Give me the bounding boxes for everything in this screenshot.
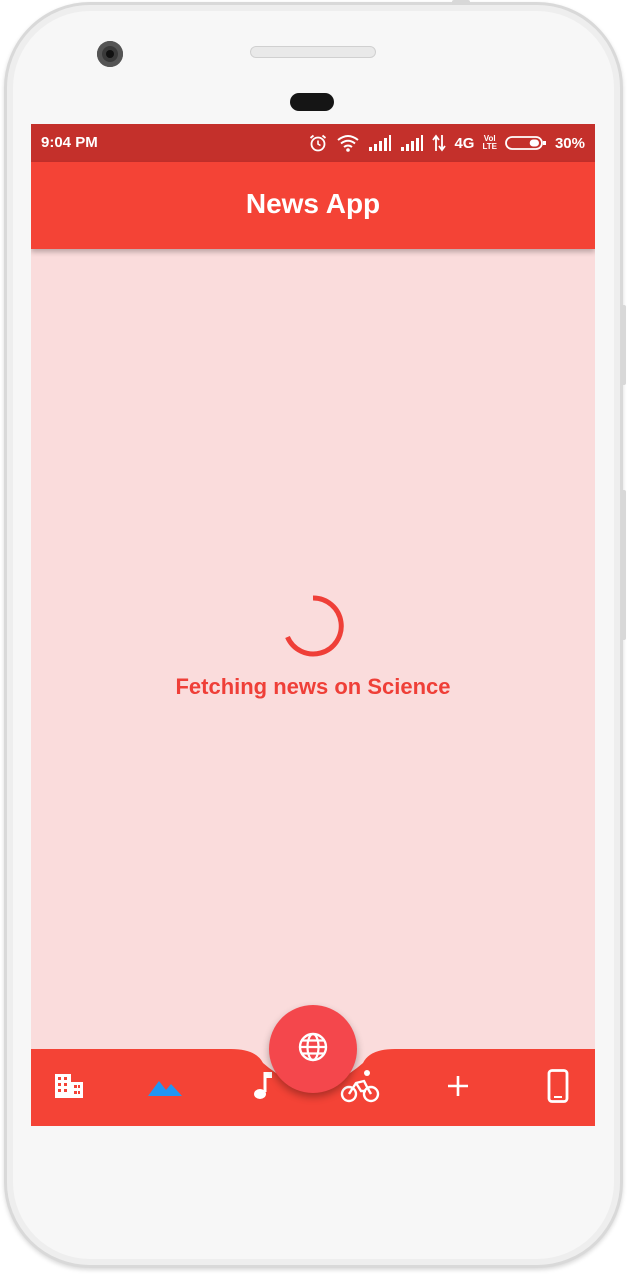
page-title: News App (245, 188, 381, 219)
nav-item-technology[interactable] (540, 1068, 576, 1108)
screen: 9:04 PM 4G Vol LTE 30% News App Fetching… (31, 124, 595, 1126)
building-icon (53, 1072, 85, 1105)
wifi-icon (336, 133, 360, 153)
fab-general-news[interactable] (269, 1005, 357, 1093)
app-bar: News App (31, 162, 595, 249)
volume-button (621, 305, 626, 385)
loading-text: Fetching news on Science (175, 674, 451, 699)
network-type: 4G (454, 134, 475, 152)
power-button (621, 490, 626, 640)
battery-icon (505, 135, 547, 151)
status-bar: 9:04 PM 4G Vol LTE 30% (31, 124, 595, 162)
volte-indicator: Vol LTE (482, 135, 497, 151)
nav-item-business[interactable] (51, 1071, 87, 1105)
earpiece-speaker (250, 46, 376, 58)
content-area: Fetching news on Science (31, 249, 595, 1049)
top-button (452, 0, 470, 5)
loading-spinner (281, 594, 345, 663)
landscape-icon (147, 1075, 183, 1102)
nav-item-entertainment[interactable] (245, 1071, 281, 1105)
battery-percent: 30% (554, 134, 585, 152)
signal-icon (368, 134, 392, 152)
status-icons: 4G Vol LTE 30% (308, 131, 585, 155)
status-time: 9:04 PM (41, 134, 98, 151)
volte-bottom: LTE (482, 142, 497, 151)
music-note-icon (251, 1070, 275, 1107)
front-camera (97, 41, 123, 67)
alarm-icon (308, 133, 328, 153)
smartphone-icon (547, 1068, 569, 1108)
nav-item-science[interactable] (147, 1071, 183, 1105)
plus-icon (446, 1074, 470, 1103)
proximity-sensor (290, 93, 334, 111)
nav-item-health[interactable] (440, 1071, 476, 1105)
battery-fill (529, 139, 539, 147)
globe-icon (297, 1031, 329, 1068)
data-arrows-icon (432, 134, 447, 152)
signal-icon (400, 134, 424, 152)
